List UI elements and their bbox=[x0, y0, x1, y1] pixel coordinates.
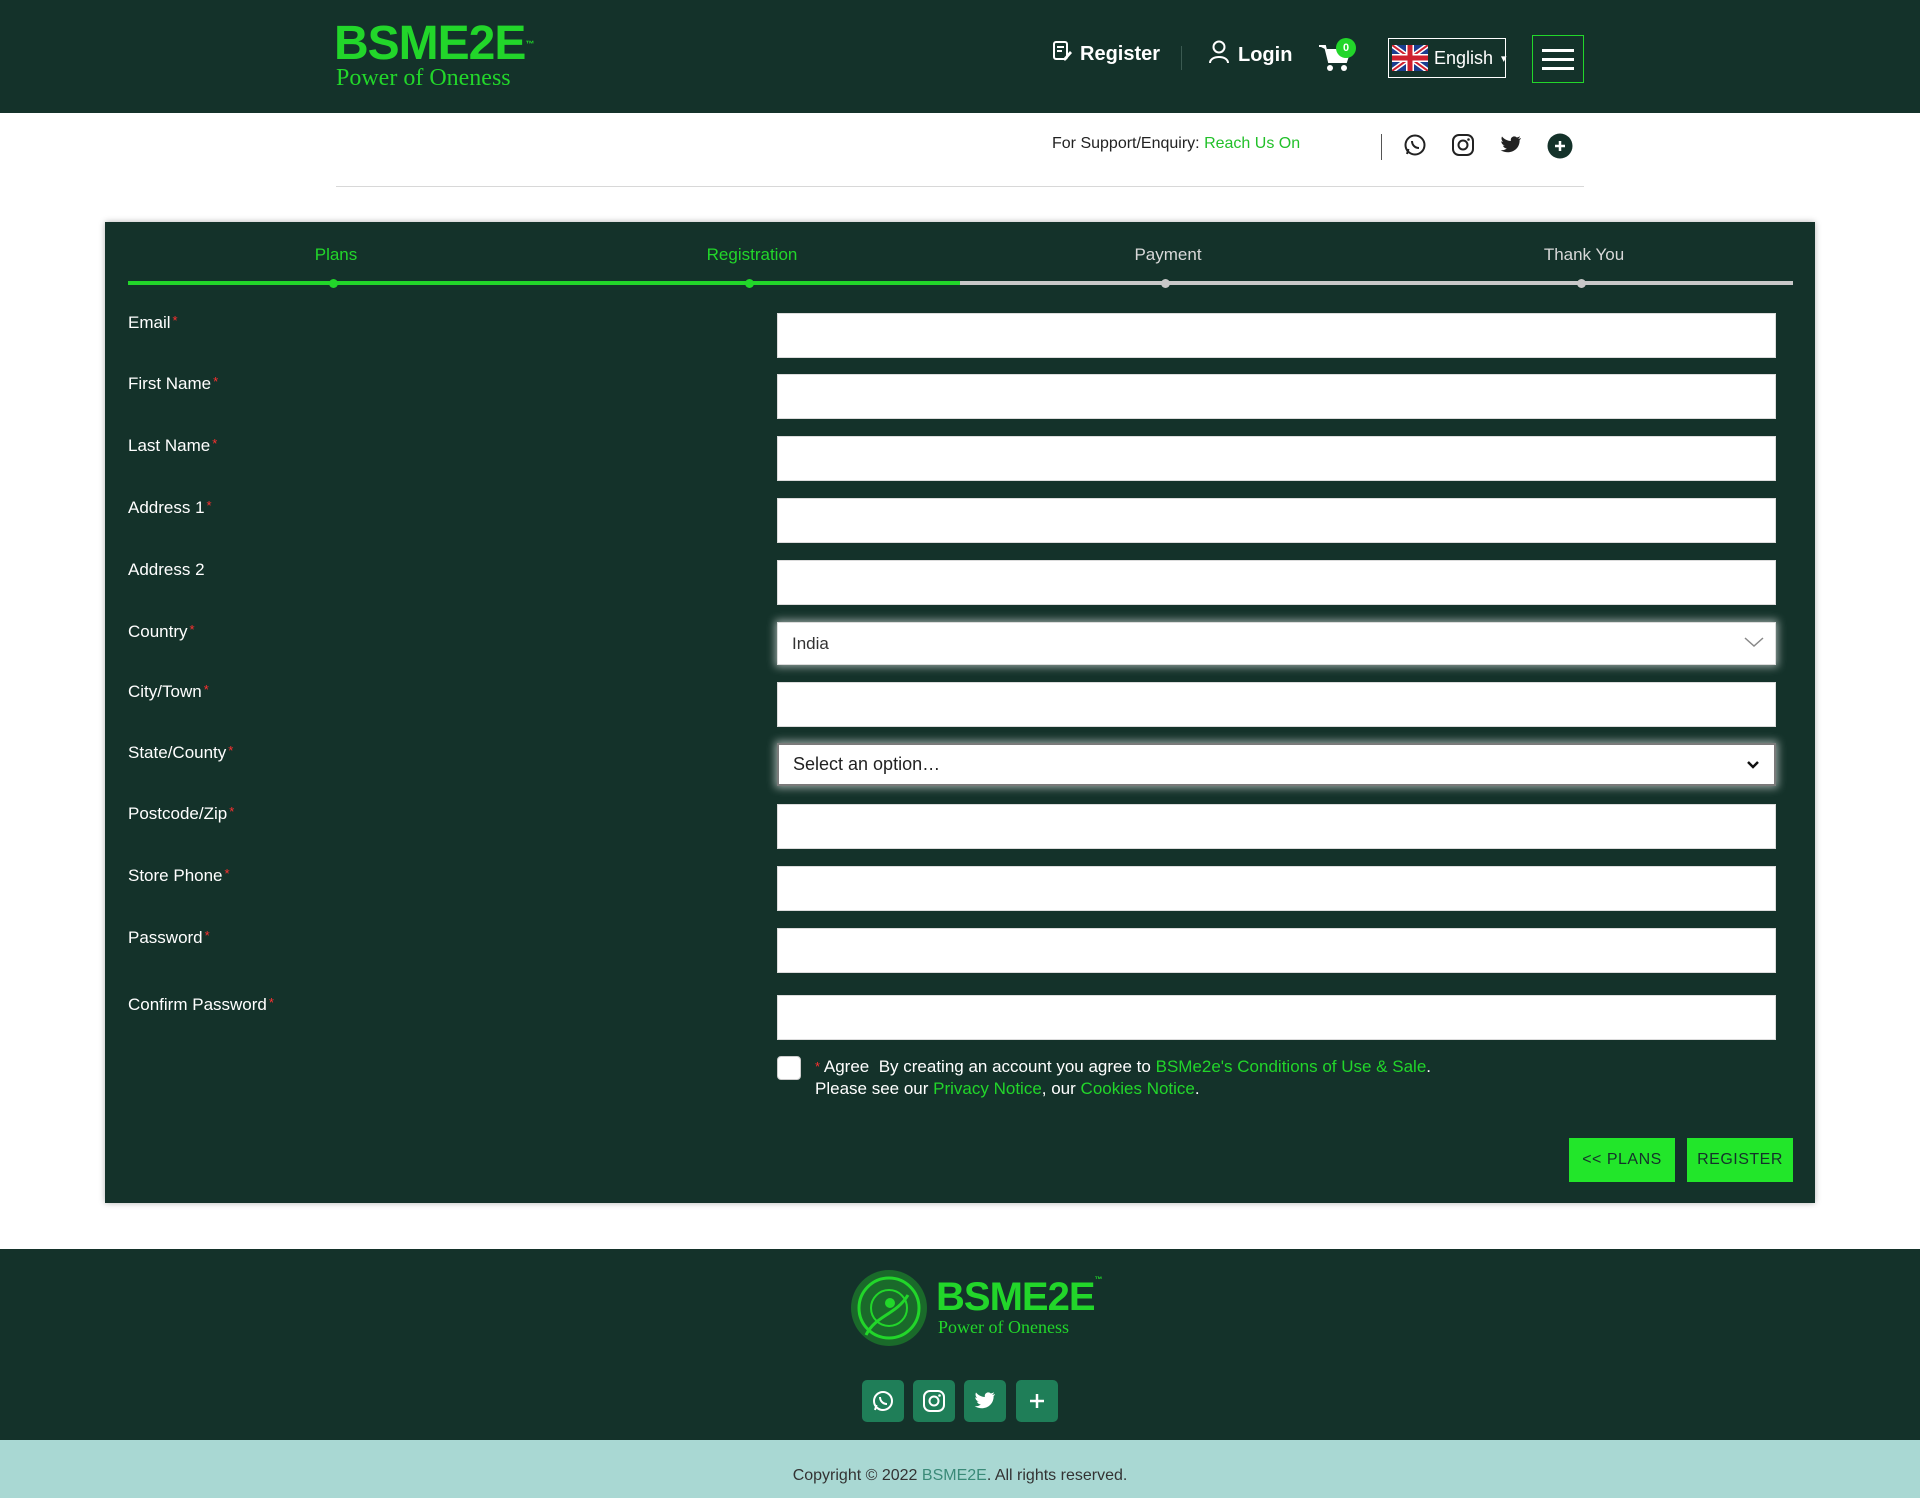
step-dot-registration bbox=[745, 279, 754, 288]
email-field[interactable] bbox=[777, 313, 1776, 358]
step-registration: Registration bbox=[706, 245, 798, 264]
step-thank-you: Thank You bbox=[1543, 245, 1625, 264]
postcode-label: Postcode/Zip * bbox=[128, 804, 235, 823]
footer-logo[interactable]: BSME2E™ Power of Oneness bbox=[846, 1265, 1103, 1346]
confirm-password-label: Confirm Password * bbox=[128, 995, 274, 1014]
register-button[interactable]: REGISTER bbox=[1687, 1138, 1793, 1182]
step-payment: Payment bbox=[1134, 245, 1202, 264]
header-logo[interactable]: BSME2E™ Power of Oneness bbox=[334, 20, 534, 95]
step-dot-payment bbox=[1161, 279, 1170, 288]
state-select[interactable]: Select an option… bbox=[777, 743, 1776, 786]
agree-checkbox[interactable] bbox=[777, 1056, 801, 1080]
city-field[interactable] bbox=[777, 682, 1776, 727]
twitter-icon[interactable] bbox=[1499, 133, 1523, 157]
instagram-icon[interactable] bbox=[1451, 133, 1475, 157]
last-name-field[interactable] bbox=[777, 436, 1776, 481]
country-select[interactable]: India bbox=[777, 622, 1776, 665]
address2-label: Address 2 bbox=[128, 560, 205, 579]
cookies-link[interactable]: Cookies Notice bbox=[1081, 1079, 1195, 1098]
address1-label: Address 1 * bbox=[128, 498, 212, 517]
site-header bbox=[0, 0, 1920, 113]
support-label: For Support/Enquiry: bbox=[1052, 135, 1200, 152]
footer-logo-brand: BSME2E bbox=[936, 1275, 1095, 1319]
password-label: Password * bbox=[128, 928, 210, 947]
logo-tagline: Power of Oneness bbox=[336, 65, 511, 91]
footer-twitter-icon[interactable] bbox=[964, 1380, 1006, 1422]
state-value: Select an option… bbox=[793, 754, 941, 774]
register-link[interactable]: Register bbox=[1052, 40, 1160, 68]
phone-label: Store Phone * bbox=[128, 866, 230, 885]
language-selector[interactable]: English ▾ bbox=[1388, 38, 1507, 78]
footer-logo-tagline: Power of Oneness bbox=[938, 1317, 1069, 1337]
last-name-label: Last Name * bbox=[128, 436, 218, 455]
support-divider bbox=[1381, 134, 1382, 160]
whatsapp-icon[interactable] bbox=[1403, 133, 1427, 157]
nav-divider bbox=[1181, 46, 1182, 70]
copyright-text: Copyright © 2022 BSME2E. All rights rese… bbox=[792, 1467, 1128, 1484]
logo-tm: ™ bbox=[525, 39, 534, 49]
step-dot-thank-you bbox=[1577, 279, 1586, 288]
uk-flag-icon bbox=[1390, 42, 1430, 74]
address2-field[interactable] bbox=[777, 560, 1776, 605]
user-icon bbox=[1208, 40, 1230, 70]
header-divider bbox=[336, 186, 1584, 187]
step-dot-plans bbox=[329, 279, 338, 288]
progress-fill bbox=[128, 281, 960, 285]
register-label: Register bbox=[1080, 42, 1161, 65]
footer-instagram-icon[interactable] bbox=[913, 1380, 955, 1422]
country-label: Country * bbox=[128, 622, 195, 641]
chevron-down-icon bbox=[1743, 631, 1765, 658]
country-value: India bbox=[792, 633, 829, 653]
login-label: Login bbox=[1238, 43, 1293, 66]
register-icon bbox=[1052, 40, 1072, 68]
state-label: State/County * bbox=[128, 743, 234, 762]
peacock-emblem-icon bbox=[851, 1270, 927, 1346]
password-field[interactable] bbox=[777, 928, 1776, 973]
first-name-field[interactable] bbox=[777, 374, 1776, 419]
confirm-password-field[interactable] bbox=[777, 995, 1776, 1040]
language-caret-icon: ▾ bbox=[1501, 52, 1507, 65]
step-plans[interactable]: Plans bbox=[236, 245, 436, 265]
logo-brand: BSME2E bbox=[334, 17, 526, 70]
address1-field[interactable] bbox=[777, 498, 1776, 543]
postcode-field[interactable] bbox=[777, 804, 1776, 849]
login-link[interactable]: Login bbox=[1208, 40, 1292, 70]
store-phone-field[interactable] bbox=[777, 866, 1776, 911]
copyright-brand-link[interactable]: BSME2E bbox=[922, 1467, 987, 1484]
plus-icon[interactable] bbox=[1547, 133, 1573, 159]
email-label: Email * bbox=[128, 313, 178, 332]
reach-us-link[interactable]: Reach Us On bbox=[1204, 135, 1300, 152]
back-to-plans-button[interactable]: << PLANS bbox=[1569, 1138, 1675, 1182]
support-text: For Support/Enquiry: Reach Us On bbox=[1052, 135, 1300, 153]
agree-text: * Agree By creating an account you agree… bbox=[815, 1057, 1432, 1098]
first-name-label: First Name * bbox=[128, 374, 219, 393]
agree-label: Agree bbox=[823, 1057, 870, 1076]
language-label: English bbox=[1434, 47, 1494, 68]
privacy-link[interactable]: Privacy Notice bbox=[933, 1079, 1042, 1098]
chevron-down-icon bbox=[1742, 753, 1764, 780]
menu-icon[interactable] bbox=[1532, 35, 1584, 83]
footer-plus-icon[interactable] bbox=[1016, 1380, 1058, 1422]
footer-whatsapp-icon[interactable] bbox=[862, 1380, 904, 1422]
city-label: City/Town * bbox=[128, 682, 209, 701]
cart-count-badge: 0 bbox=[1336, 38, 1356, 58]
conditions-link[interactable]: BSMe2e's Conditions of Use & Sale bbox=[1156, 1057, 1427, 1076]
